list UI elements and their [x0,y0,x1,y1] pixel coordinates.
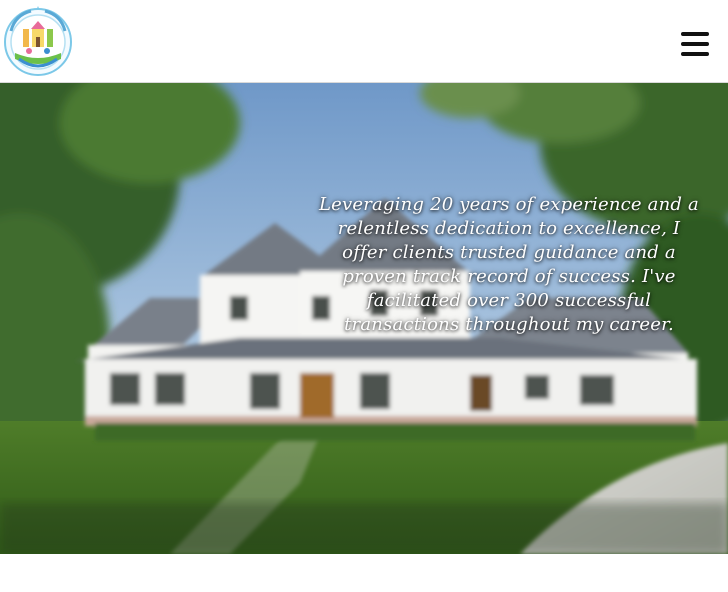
agency-logo-icon [4,6,72,76]
hero-section: Leveraging 20 years of experience and a … [0,83,728,554]
hamburger-menu-icon-bar [681,42,709,46]
hamburger-menu-icon-bar [681,52,709,56]
site-header [0,0,728,83]
logo-link[interactable] [1,3,75,77]
hero-tagline: Leveraging 20 years of experience and a … [319,194,699,335]
menu-button[interactable] [680,30,710,58]
hamburger-menu-icon [681,32,709,36]
